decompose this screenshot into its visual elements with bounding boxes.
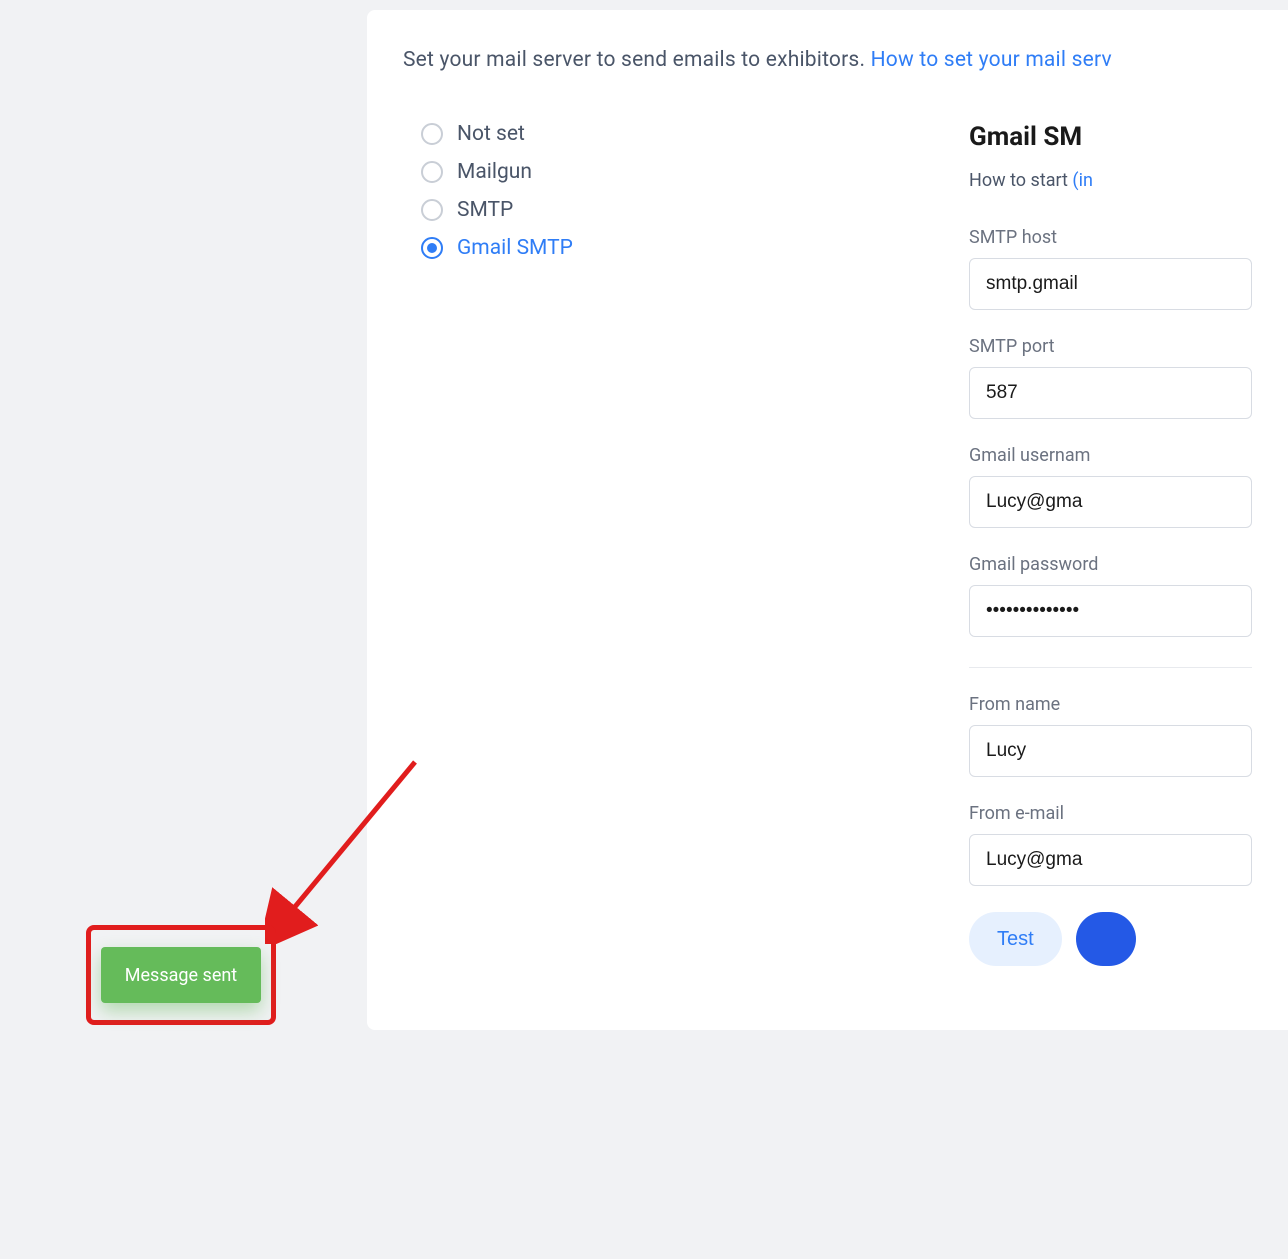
- field-smtp-port: SMTP port: [969, 336, 1252, 419]
- field-label: Gmail password: [969, 554, 1252, 575]
- field-label: Gmail usernam: [969, 445, 1252, 466]
- form-column: Gmail SM How to start (in SMTP host SMTP…: [969, 122, 1252, 966]
- radio-label: Not set: [457, 122, 525, 146]
- radio-label: SMTP: [457, 198, 513, 222]
- field-smtp-host: SMTP host: [969, 227, 1252, 310]
- form-title: Gmail SM: [969, 122, 1252, 152]
- howto-instructions-link[interactable]: (in: [1072, 170, 1092, 191]
- howto-line: How to start (in: [969, 170, 1252, 191]
- from-email-input[interactable]: [969, 834, 1252, 886]
- field-label: From name: [969, 694, 1252, 715]
- gmail-username-input[interactable]: [969, 476, 1252, 528]
- intro-static: Set your mail server to send emails to e…: [403, 48, 871, 72]
- radio-circle-icon: [421, 123, 443, 145]
- toast-message: Message sent: [125, 965, 237, 986]
- button-row: Test: [969, 912, 1252, 966]
- test-button[interactable]: Test: [969, 912, 1062, 966]
- radio-smtp[interactable]: SMTP: [421, 198, 969, 222]
- smtp-port-input[interactable]: [969, 367, 1252, 419]
- save-button[interactable]: [1076, 912, 1136, 966]
- field-label: SMTP host: [969, 227, 1252, 248]
- field-label: SMTP port: [969, 336, 1252, 357]
- radio-not-set[interactable]: Not set: [421, 122, 969, 146]
- smtp-host-input[interactable]: [969, 258, 1252, 310]
- radio-circle-icon: [421, 199, 443, 221]
- radio-label: Mailgun: [457, 160, 532, 184]
- field-gmail-username: Gmail usernam: [969, 445, 1252, 528]
- mail-provider-radiogroup: Not set Mailgun SMTP Gmail SMTP: [403, 122, 969, 966]
- success-toast: Message sent: [101, 947, 261, 1003]
- intro-text: Set your mail server to send emails to e…: [403, 48, 1252, 72]
- from-name-input[interactable]: [969, 725, 1252, 777]
- radio-mailgun[interactable]: Mailgun: [421, 160, 969, 184]
- toast-highlight-annotation: Message sent: [86, 925, 276, 1025]
- content-row: Not set Mailgun SMTP Gmail SMTP Gmail SM…: [403, 122, 1252, 966]
- radio-label: Gmail SMTP: [457, 236, 573, 260]
- howto-link[interactable]: How to set your mail serv: [871, 48, 1112, 72]
- settings-card: Set your mail server to send emails to e…: [367, 10, 1288, 1030]
- field-from-email: From e-mail: [969, 803, 1252, 886]
- howto-text: How to start: [969, 170, 1072, 191]
- gmail-password-input[interactable]: [969, 585, 1252, 637]
- radio-circle-icon: [421, 161, 443, 183]
- radio-circle-icon: [421, 237, 443, 259]
- field-gmail-password: Gmail password: [969, 554, 1252, 637]
- radio-gmail-smtp[interactable]: Gmail SMTP: [421, 236, 969, 260]
- field-label: From e-mail: [969, 803, 1252, 824]
- form-divider: [969, 667, 1252, 668]
- field-from-name: From name: [969, 694, 1252, 777]
